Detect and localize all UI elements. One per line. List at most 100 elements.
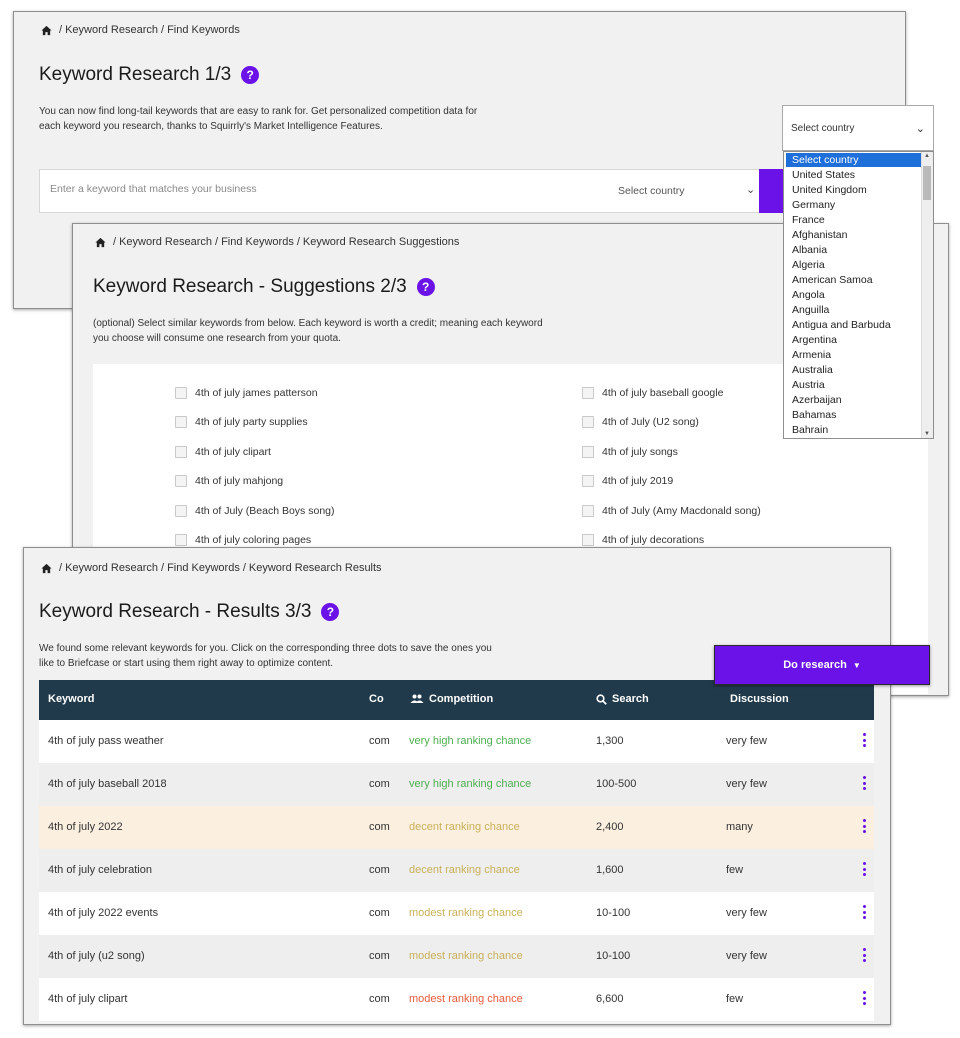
suggestion-item[interactable]: 4th of july decorations [582, 534, 704, 546]
country-option[interactable]: France [786, 213, 922, 227]
country-select-value: Select country [791, 123, 855, 134]
breadcrumb-item[interactable]: Keyword Research Results [249, 562, 382, 574]
discussion-cell: very few [726, 950, 767, 962]
suggestion-item[interactable]: 4th of July (Beach Boys song) [175, 505, 335, 517]
breadcrumb-item[interactable]: Find Keywords [167, 562, 240, 574]
help-icon[interactable]: ? [416, 278, 435, 296]
suggestion-item[interactable]: 4th of july party supplies [175, 416, 308, 428]
help-icon[interactable]: ? [241, 66, 260, 84]
breadcrumb-item[interactable]: Find Keywords [221, 236, 294, 248]
breadcrumb-item[interactable]: Keyword Research [65, 562, 158, 574]
country-option[interactable]: United States [786, 168, 922, 182]
breadcrumb: / Keyword Research / Find Keywords / Keywor… [95, 236, 459, 248]
more-options-icon[interactable] [863, 991, 866, 1005]
suggestion-item[interactable]: 4th of july coloring pages [175, 534, 311, 546]
keyword-cell: 4th of july 2022 events [48, 907, 159, 919]
country-option[interactable]: Australia [786, 363, 922, 377]
breadcrumb-item[interactable]: Find Keywords [167, 24, 240, 36]
country-option[interactable]: Anguilla [786, 303, 922, 317]
country-option[interactable]: Austria [786, 378, 922, 392]
more-options-icon[interactable] [863, 733, 866, 747]
search-icon [596, 693, 607, 705]
discussion-cell: many [726, 821, 753, 833]
checkbox[interactable] [175, 387, 187, 399]
checkbox[interactable] [582, 475, 594, 487]
breadcrumb-item[interactable]: Keyword Research [65, 24, 158, 36]
checkbox[interactable] [175, 505, 187, 517]
column-competition[interactable]: Competition [410, 693, 493, 705]
checkbox[interactable] [582, 446, 594, 458]
suggestion-item[interactable]: 4th of July (Amy Macdonald song) [582, 505, 761, 517]
home-icon[interactable] [41, 25, 52, 36]
column-discussion[interactable]: Discussion [730, 693, 789, 705]
do-research-button[interactable]: Do research ▼ [714, 645, 930, 685]
column-keyword[interactable]: Keyword [48, 693, 94, 705]
more-options-icon[interactable] [863, 819, 866, 833]
table-row: 4th of july clipart com modest ranking cha… [39, 978, 874, 1021]
country-cell: com [369, 821, 390, 833]
dropdown-scrollbar[interactable]: ▲ ▼ [921, 152, 933, 438]
country-option[interactable]: Bahamas [786, 408, 922, 422]
scroll-up-icon[interactable]: ▲ [924, 153, 930, 159]
country-option[interactable]: Azerbaijan [786, 393, 922, 407]
country-option[interactable]: Germany [786, 198, 922, 212]
help-icon[interactable]: ? [321, 603, 340, 621]
competition-cell: decent ranking chance [409, 821, 520, 833]
suggestion-item[interactable]: 4th of July (U2 song) [582, 416, 699, 428]
chevron-down-icon[interactable]: ⌄ [746, 183, 755, 196]
checkbox[interactable] [175, 534, 187, 546]
home-icon[interactable] [41, 563, 52, 574]
more-options-icon[interactable] [863, 862, 866, 876]
country-option[interactable]: Select country [786, 153, 922, 167]
country-option[interactable]: Bahrain [786, 423, 922, 437]
search-volume-cell: 1,600 [596, 864, 624, 876]
checkbox[interactable] [175, 416, 187, 428]
country-options-list: Select country United States United King… [783, 151, 934, 439]
country-option[interactable]: Angola [786, 288, 922, 302]
checkbox[interactable] [582, 416, 594, 428]
country-option[interactable]: Afghanistan [786, 228, 922, 242]
discussion-cell: very few [726, 735, 767, 747]
keyword-cell: 4th of july pass weather [48, 735, 164, 747]
suggestion-item[interactable]: 4th of july mahjong [175, 475, 283, 487]
table-row: 4th of july 2022 com decent ranking chance… [39, 806, 874, 849]
country-option[interactable]: Antigua and Barbuda [786, 318, 922, 332]
keyword-input[interactable] [48, 182, 572, 196]
checkbox[interactable] [582, 505, 594, 517]
country-select-inline[interactable]: Select country [618, 185, 685, 197]
caret-down-icon: ▼ [852, 660, 861, 670]
keyword-cell: 4th of july clipart [48, 993, 128, 1005]
page-description: (optional) Select similar keywords from … [93, 318, 543, 344]
checkbox[interactable] [175, 446, 187, 458]
country-option[interactable]: Armenia [786, 348, 922, 362]
breadcrumb: / Keyword Research / Find Keywords / Keywor… [41, 562, 382, 574]
breadcrumb-item[interactable]: Keyword Research [119, 236, 212, 248]
home-icon[interactable] [95, 237, 106, 248]
country-option[interactable]: United Kingdom [786, 183, 922, 197]
checkbox[interactable] [175, 475, 187, 487]
checkbox[interactable] [582, 387, 594, 399]
suggestion-item[interactable]: 4th of july baseball google [582, 387, 723, 399]
scroll-down-icon[interactable]: ▼ [924, 431, 930, 437]
column-country[interactable]: Co [369, 693, 384, 705]
more-options-icon[interactable] [863, 776, 866, 790]
checkbox[interactable] [582, 534, 594, 546]
more-options-icon[interactable] [863, 948, 866, 962]
breadcrumb: / Keyword Research / Find Keywords [41, 24, 240, 36]
suggestion-item[interactable]: 4th of july songs [582, 446, 678, 458]
country-option[interactable]: American Samoa [786, 273, 922, 287]
suggestion-item[interactable]: 4th of july james patterson [175, 387, 318, 399]
country-option[interactable]: Albania [786, 243, 922, 257]
breadcrumb-item[interactable]: Keyword Research Suggestions [303, 236, 460, 248]
country-select[interactable]: Select country ⌄ [782, 105, 934, 151]
suggestion-item[interactable]: 4th of july clipart [175, 446, 271, 458]
column-search[interactable]: Search [596, 693, 649, 705]
keyword-cell: 4th of july 2022 [48, 821, 123, 833]
more-options-icon[interactable] [863, 905, 866, 919]
scrollbar-thumb[interactable] [923, 166, 931, 200]
suggestion-item[interactable]: 4th of july 2019 [582, 475, 673, 487]
table-row: 4th of july (u2 song) com modest ranking c… [39, 935, 874, 978]
country-option[interactable]: Argentina [786, 333, 922, 347]
country-option[interactable]: Algeria [786, 258, 922, 272]
competition-cell: modest ranking chance [409, 950, 523, 962]
